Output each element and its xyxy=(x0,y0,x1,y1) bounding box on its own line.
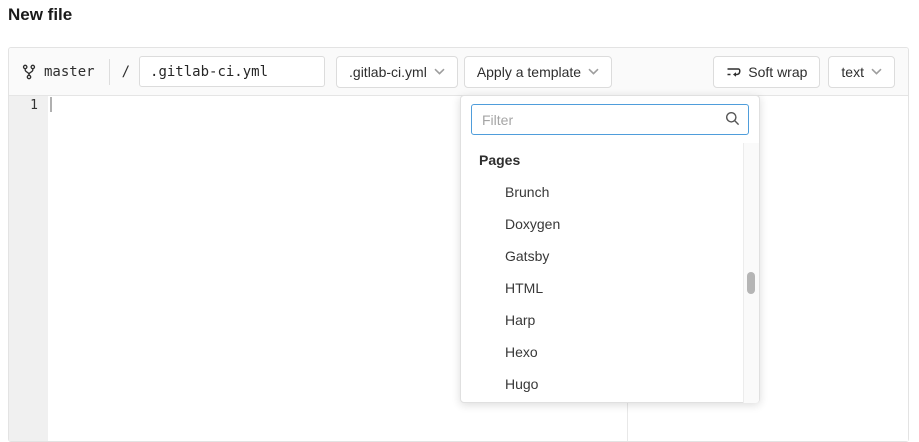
file-editor-container: master / .gitlab-ci.yml Apply a template… xyxy=(8,47,909,442)
dropdown-scrollbar-track[interactable] xyxy=(743,143,759,403)
syntax-mode-label: text xyxy=(841,64,864,80)
soft-wrap-label: Soft wrap xyxy=(748,64,807,80)
apply-template-label: Apply a template xyxy=(477,64,581,80)
path-separator: / xyxy=(122,64,130,80)
code-editor[interactable]: 1 xyxy=(9,96,908,441)
template-item-doxygen[interactable]: Doxygen xyxy=(461,208,759,240)
apply-template-select[interactable]: Apply a template xyxy=(464,56,612,88)
editor-toolbar: master / .gitlab-ci.yml Apply a template… xyxy=(9,48,908,96)
soft-wrap-button[interactable]: Soft wrap xyxy=(713,56,820,88)
branch-name[interactable]: master xyxy=(44,64,95,80)
filetype-select-label: .gitlab-ci.yml xyxy=(349,64,427,80)
filter-input[interactable] xyxy=(471,104,749,135)
search-icon xyxy=(725,111,740,126)
filename-input[interactable] xyxy=(139,56,325,87)
line-number: 1 xyxy=(30,98,38,113)
syntax-mode-select[interactable]: text xyxy=(828,56,895,88)
line-number-gutter: 1 xyxy=(9,96,48,441)
toolbar-divider xyxy=(109,59,110,85)
template-group-label: Pages xyxy=(461,143,759,176)
chevron-down-icon xyxy=(434,68,445,75)
template-item-html[interactable]: HTML xyxy=(461,272,759,304)
template-dropdown-panel: Pages Brunch Doxygen Gatsby HTML Harp He… xyxy=(460,95,760,403)
template-item-gatsby[interactable]: Gatsby xyxy=(461,240,759,272)
filetype-select[interactable]: .gitlab-ci.yml xyxy=(336,56,458,88)
template-item-brunch[interactable]: Brunch xyxy=(461,176,759,208)
template-item-hugo[interactable]: Hugo xyxy=(461,368,759,400)
chevron-down-icon xyxy=(588,68,599,75)
template-list: Pages Brunch Doxygen Gatsby HTML Harp He… xyxy=(461,143,759,404)
soft-wrap-icon xyxy=(726,64,742,80)
chevron-down-icon xyxy=(871,68,882,75)
dropdown-scrollbar-thumb[interactable] xyxy=(747,272,755,294)
git-branch-icon xyxy=(22,64,36,80)
template-item-harp[interactable]: Harp xyxy=(461,304,759,336)
text-cursor xyxy=(50,97,52,112)
page-title: New file xyxy=(8,5,72,25)
template-item-hexo[interactable]: Hexo xyxy=(461,336,759,368)
filter-wrap xyxy=(461,96,759,143)
